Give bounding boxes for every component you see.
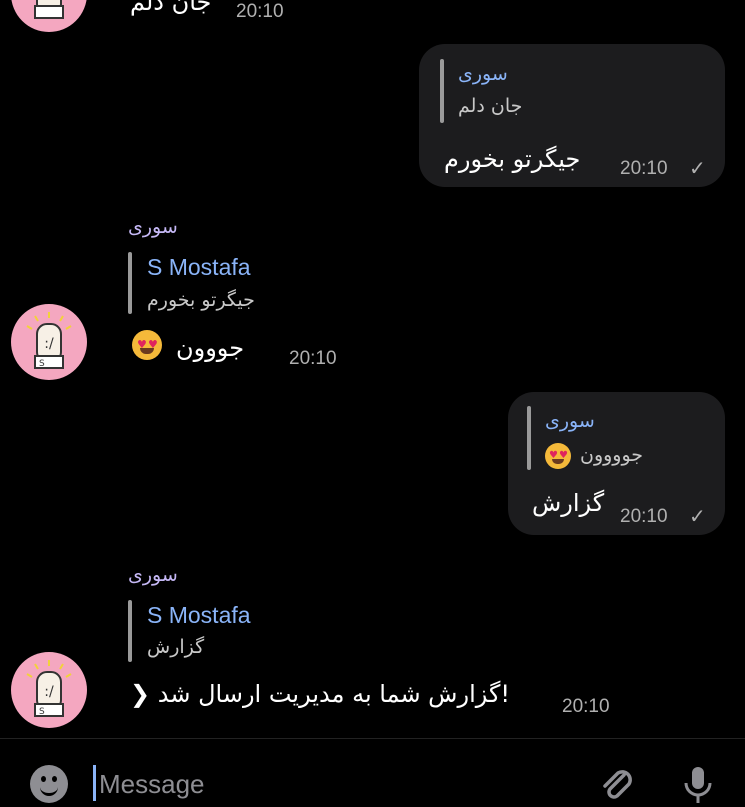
sender-name[interactable]: سوری xyxy=(128,216,178,238)
message-text: گزارش xyxy=(532,489,605,517)
check-icon: ✓ xyxy=(689,156,706,180)
composer-bar xyxy=(0,738,745,807)
reply-name: S Mostafa xyxy=(147,602,251,628)
message-time: 20:10 xyxy=(289,348,337,369)
reply-text: گزارش xyxy=(147,636,205,658)
heart-eyes-emoji-icon: ♥ ♥ xyxy=(545,443,571,469)
message-time: 20:10 xyxy=(620,506,668,527)
message-text: جان دلم xyxy=(130,0,212,16)
avatar-sticker-icon: :/ S xyxy=(26,660,72,717)
message-time: 20:10 xyxy=(620,158,668,179)
reply-bar xyxy=(527,406,531,470)
reply-name: S Mostafa xyxy=(147,254,251,280)
emoji-icon[interactable] xyxy=(30,765,68,803)
avatar[interactable]: :/ S xyxy=(11,304,87,380)
avatar[interactable]: :/ S xyxy=(11,652,87,728)
reply-bar xyxy=(128,252,132,314)
reply-text: جیگرتو بخورم xyxy=(147,289,255,311)
check-icon: ✓ xyxy=(689,504,706,528)
message-time: 20:10 xyxy=(236,1,284,22)
message-input[interactable] xyxy=(97,761,541,807)
message-time: 20:10 xyxy=(562,696,610,717)
svg-text::/: :/ xyxy=(44,684,54,700)
svg-text::/: :/ xyxy=(44,336,54,352)
text-cursor xyxy=(93,765,96,801)
svg-text:S: S xyxy=(39,359,45,369)
message-text: ❯ گزارش شما به مدیریت ارسال شد! xyxy=(130,680,511,708)
reply-name: سوری xyxy=(458,63,508,85)
message-text: جووون xyxy=(176,334,245,362)
paperclip-icon[interactable] xyxy=(596,763,636,807)
reply-name: سوری xyxy=(545,410,595,432)
heart-eyes-emoji-icon: ♥ ♥ xyxy=(132,330,162,360)
avatar[interactable] xyxy=(11,0,87,32)
reply-bar xyxy=(128,600,132,662)
avatar-sticker-icon xyxy=(34,0,64,19)
reply-text: جان دلم xyxy=(458,95,523,117)
reply-bar xyxy=(440,59,444,123)
microphone-icon[interactable] xyxy=(680,763,716,807)
message-text: جیگرتو بخورم xyxy=(444,145,581,173)
reply-text: جوووون xyxy=(580,444,644,466)
svg-text:S: S xyxy=(39,707,45,717)
avatar-sticker-icon: :/ S xyxy=(26,312,72,369)
sender-name[interactable]: سوری xyxy=(128,564,178,586)
